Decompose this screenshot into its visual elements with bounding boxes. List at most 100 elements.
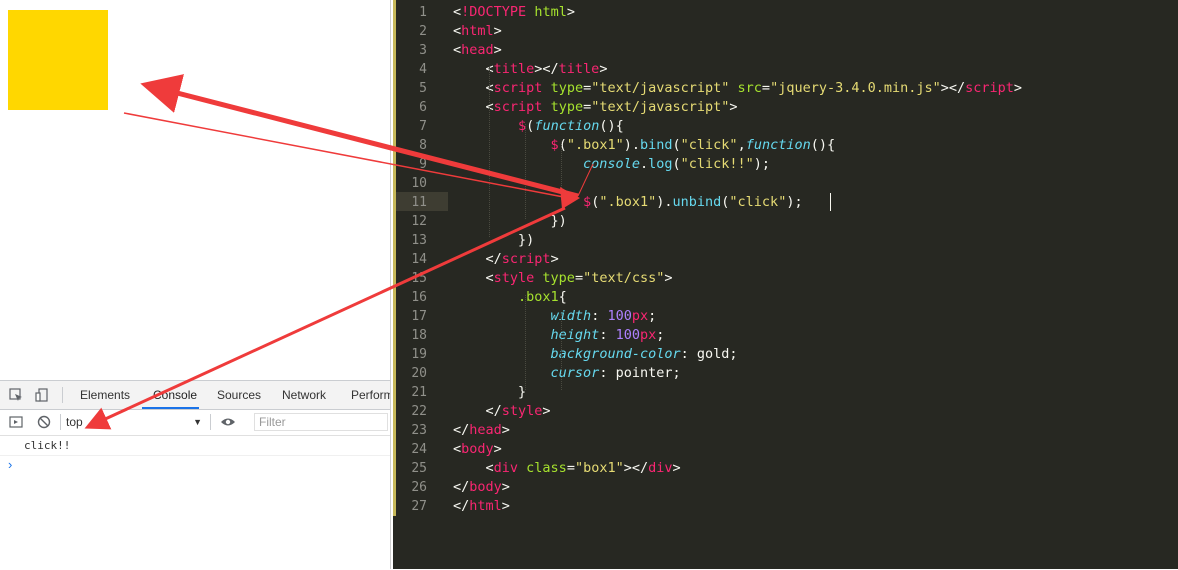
code-token: px <box>631 308 649 324</box>
line-number: 12 <box>411 214 427 229</box>
code-token: , <box>737 137 746 153</box>
code-token: > <box>542 403 551 419</box>
code-token: class <box>526 460 567 476</box>
tab-console[interactable]: Console <box>142 381 199 409</box>
code-token: bind <box>640 137 673 153</box>
code-token: : <box>591 308 608 324</box>
code-token: < <box>453 61 494 77</box>
gold-box1[interactable] <box>8 10 108 110</box>
code-token: > <box>672 460 681 476</box>
code-token: < <box>453 42 462 58</box>
code-token: script <box>493 99 543 115</box>
line-number: 15 <box>411 271 427 286</box>
line-number: 26 <box>411 480 427 495</box>
code-token: > <box>550 251 559 267</box>
code-token: console <box>583 156 640 172</box>
code-token: < <box>453 441 462 457</box>
code-token: height <box>550 327 600 343</box>
code-token: ( <box>558 137 567 153</box>
indent-guide <box>561 143 562 200</box>
code-line: $(function(){ <box>453 117 624 136</box>
code-line: <script type="text/javascript"> <box>453 98 738 117</box>
code-token: } <box>453 384 527 400</box>
tab-elements[interactable]: Elements <box>80 381 130 409</box>
code-token: $ <box>550 137 559 153</box>
code-token: log <box>648 156 673 172</box>
console-log-row: click!! <box>0 436 390 456</box>
line-number: 7 <box>419 119 427 134</box>
code-token: cursor <box>550 365 600 381</box>
code-editor[interactable]: 1 2 3 4 5 6 7 8 9 10 11 12 13 14 15 16 17 18 19 20 21 22 23 24 2… <box>393 0 1178 569</box>
code-token: function <box>534 118 600 134</box>
toolbar-separator <box>210 414 211 430</box>
code-token: < <box>453 80 494 96</box>
tab-network[interactable]: Network <box>282 381 326 409</box>
code-token: background-color <box>550 346 681 362</box>
code-line: </head> <box>453 421 510 440</box>
line-number: 1 <box>419 5 427 20</box>
code-line: </style> <box>453 402 551 421</box>
code-token: }) <box>453 213 567 229</box>
devtools-panel: Elements Console Sources Network Perform <box>0 380 390 570</box>
code-token: : gold; <box>680 346 738 362</box>
console-prompt[interactable]: › <box>0 456 390 475</box>
code-token: html <box>469 498 502 514</box>
code-line: cursor: pointer; <box>453 364 681 383</box>
line-number: 24 <box>411 442 427 457</box>
indent-guide <box>561 314 562 390</box>
line-number: 25 <box>411 461 427 476</box>
code-token: html <box>461 23 494 39</box>
code-token: head <box>461 42 494 58</box>
inspect-element-icon[interactable] <box>8 387 24 403</box>
code-token: ></ <box>623 460 649 476</box>
line-number-gutter: 1 2 3 4 5 6 7 8 9 10 11 12 13 14 15 16 17 18 19 20 21 22 23 24 2… <box>393 0 433 569</box>
code-token: = <box>574 270 584 286</box>
execution-context-select[interactable]: top ▼ <box>66 413 206 431</box>
code-token: 100 <box>607 308 632 324</box>
code-line: <html> <box>453 22 502 41</box>
code-line: <title></title> <box>453 60 608 79</box>
line-number: 19 <box>411 347 427 362</box>
code-token: : pointer; <box>599 365 681 381</box>
console-message: click!! <box>24 439 71 452</box>
code-token: ); <box>786 194 803 210</box>
code-token: script <box>501 251 551 267</box>
tab-separator <box>62 387 63 403</box>
code-token: script <box>493 80 543 96</box>
context-value: top <box>66 415 83 429</box>
console-filter-input[interactable] <box>254 413 388 431</box>
line-number: 11 <box>411 195 427 210</box>
code-token: style <box>501 403 543 419</box>
tab-sources[interactable]: Sources <box>217 381 261 409</box>
code-token: type <box>550 80 584 96</box>
toolbar-separator <box>60 414 61 430</box>
code-token: </ <box>453 498 470 514</box>
live-expression-eye-icon[interactable] <box>220 414 236 430</box>
text-cursor <box>830 193 831 211</box>
code-token: body <box>461 441 494 457</box>
code-token: </ <box>453 403 502 419</box>
code-line: $(".box1").unbind("click"); <box>453 193 803 212</box>
clear-console-icon[interactable] <box>36 414 52 430</box>
code-token: </ <box>453 479 470 495</box>
device-toolbar-icon[interactable] <box>34 387 50 403</box>
show-sidebar-icon[interactable] <box>8 414 24 430</box>
code-token: "text/javascript" <box>591 80 730 96</box>
line-number: 13 <box>411 233 427 248</box>
code-token: : <box>599 327 616 343</box>
code-token: > <box>493 23 502 39</box>
line-number: 17 <box>411 309 427 324</box>
line-number: 23 <box>411 423 427 438</box>
code-token: }) <box>453 232 535 248</box>
indent-guide <box>489 67 490 237</box>
code-token: ".box1" <box>566 137 624 153</box>
code-token: > <box>729 99 738 115</box>
tab-performance[interactable]: Perform <box>351 381 390 409</box>
code-token: </ <box>453 251 502 267</box>
